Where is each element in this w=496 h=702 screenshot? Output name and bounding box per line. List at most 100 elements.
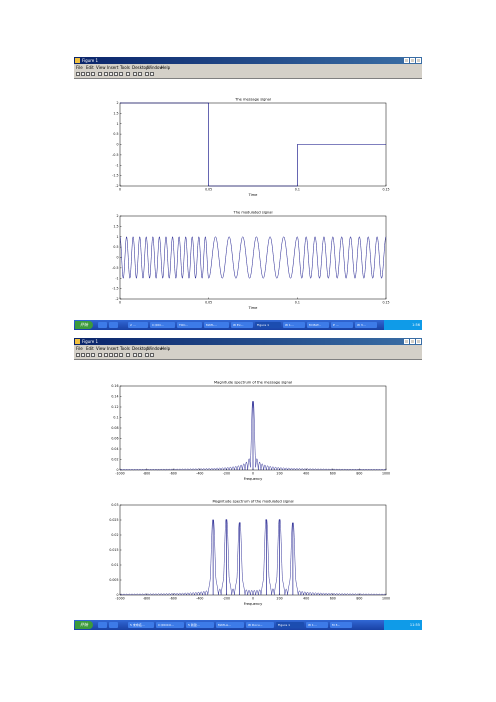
close-button[interactable] <box>416 58 421 63</box>
taskbar-item[interactable]: P ... <box>331 322 353 328</box>
open-file-icon[interactable] <box>81 72 85 76</box>
y-tick-label: 2 <box>116 101 118 105</box>
y-tick-label: 1 <box>116 122 118 126</box>
taskbar-item[interactable]: W Ex... <box>231 322 253 328</box>
y-tick-label: -0.5 <box>112 153 118 157</box>
x-axis-label: Frequency <box>244 477 263 481</box>
show-plot-tools-icon[interactable] <box>150 72 154 76</box>
taskbar-item-active[interactable]: Figure 1 <box>255 322 281 328</box>
figure-2-plots: Magnitude spectrum of the message signal… <box>109 381 390 607</box>
taskbar-item[interactable]: W 1... <box>306 622 328 628</box>
x-tick-label: -600 <box>170 472 177 476</box>
quicklaunch-desktop-icon[interactable] <box>109 322 118 328</box>
print-icon[interactable] <box>91 72 95 76</box>
quicklaunch-ie-icon[interactable] <box>98 322 107 328</box>
x-tick-label: 800 <box>356 472 362 476</box>
data-cursor-icon[interactable] <box>126 72 130 76</box>
windows-taskbar: 开始 2 ... C:\DO... TOC... MATL... W Ex...… <box>74 320 422 330</box>
legend-icon[interactable] <box>138 72 142 76</box>
open-file-icon[interactable] <box>81 353 85 357</box>
menu-insert[interactable]: Insert <box>107 64 118 71</box>
y-tick-label: 0.015 <box>109 548 118 552</box>
taskbar-item-active[interactable]: Figure 1 <box>276 622 304 628</box>
taskbar-item[interactable]: 5 未命名... <box>128 622 154 628</box>
y-tick-label: 0 <box>116 468 118 472</box>
x-tick-label: -200 <box>223 597 230 601</box>
x-tick-label: -400 <box>196 597 203 601</box>
maximize-button[interactable] <box>410 58 415 63</box>
taskbar-item[interactable]: M 3... <box>330 622 352 628</box>
print-icon[interactable] <box>91 353 95 357</box>
show-plot-tools-icon[interactable] <box>150 353 154 357</box>
taskbar-item[interactable]: W 3... <box>355 322 377 328</box>
chart-title: Magnitude spectrum of the modulated sign… <box>212 500 293 504</box>
save-icon[interactable] <box>86 72 90 76</box>
minimize-button[interactable] <box>404 339 409 344</box>
zoom-out-icon[interactable] <box>109 353 113 357</box>
taskbar-item[interactable]: MATLA... <box>216 622 244 628</box>
y-tick-label: 0.02 <box>111 458 118 462</box>
legend-icon[interactable] <box>138 353 142 357</box>
figure-1-plots: The message signal Time 0 0.05 0.1 0.15 2 1.5 1 0… <box>112 98 389 311</box>
new-figure-icon[interactable] <box>76 72 80 76</box>
hide-plot-tools-icon[interactable] <box>145 72 149 76</box>
zoom-in-icon[interactable] <box>104 72 108 76</box>
zoom-out-icon[interactable] <box>109 72 113 76</box>
quicklaunch-ie-icon[interactable] <box>98 622 107 628</box>
edit-plot-icon[interactable] <box>98 72 102 76</box>
data-cursor-icon[interactable] <box>126 353 130 357</box>
menu-view[interactable]: View <box>96 64 106 71</box>
zoom-in-icon[interactable] <box>104 353 108 357</box>
x-tick-label: -800 <box>143 472 150 476</box>
x-tick-label: 600 <box>330 597 336 601</box>
menu-view[interactable]: View <box>96 345 106 352</box>
tray-clock: 11:55 <box>409 623 420 627</box>
colorbar-icon[interactable] <box>133 353 137 357</box>
system-tray: 1:56 <box>384 320 422 330</box>
colorbar-icon[interactable] <box>133 72 137 76</box>
window-title: Figure 1 <box>82 339 99 344</box>
taskbar-item[interactable]: 2 ... <box>128 322 148 328</box>
window-titlebar[interactable]: Figure 1 <box>74 338 422 345</box>
window-titlebar[interactable]: Figure 1 <box>74 57 422 64</box>
menu-file[interactable]: File <box>76 345 83 352</box>
pan-icon[interactable] <box>114 72 118 76</box>
menu-tools[interactable]: Tools <box>120 345 130 352</box>
taskbar-item[interactable]: M MAT... <box>307 322 329 328</box>
taskbar-item[interactable]: C:\DO... <box>150 322 175 328</box>
pan-icon[interactable] <box>114 353 118 357</box>
menu-bar: File Edit View Insert Tools Desktop Wind… <box>74 345 422 352</box>
taskbar-item[interactable]: W Docu... <box>246 622 274 628</box>
x-tick-label: 400 <box>303 597 309 601</box>
minimize-button[interactable] <box>404 58 409 63</box>
rotate-icon[interactable] <box>119 353 123 357</box>
y-tick-label: 0.12 <box>111 405 118 409</box>
taskbar-item[interactable]: MATL... <box>204 322 229 328</box>
tray-clock: 1:56 <box>412 323 420 327</box>
new-figure-icon[interactable] <box>76 353 80 357</box>
menu-help[interactable]: Help <box>161 345 170 352</box>
hide-plot-tools-icon[interactable] <box>145 353 149 357</box>
quicklaunch-desktop-icon[interactable] <box>109 622 118 628</box>
menu-tools[interactable]: Tools <box>120 64 130 71</box>
y-tick-label: 0.16 <box>111 384 118 388</box>
taskbar-item[interactable]: W 1... <box>283 322 305 328</box>
menu-file[interactable]: File <box>76 64 83 71</box>
matlab-figure-window-1: Figure 1 File Edit View Insert Tools Des… <box>74 57 422 330</box>
taskbar-item[interactable]: C:\DOCU... <box>156 622 184 628</box>
x-tick-label: 400 <box>303 472 309 476</box>
menu-edit[interactable]: Edit <box>86 64 94 71</box>
maximize-button[interactable] <box>410 339 415 344</box>
taskbar-item[interactable]: TOC... <box>177 322 202 328</box>
x-axis-label: Time <box>248 306 259 310</box>
taskbar-item[interactable]: 5 新建... <box>186 622 214 628</box>
start-button[interactable]: 开始 <box>75 321 93 329</box>
edit-plot-icon[interactable] <box>98 353 102 357</box>
rotate-icon[interactable] <box>119 72 123 76</box>
menu-edit[interactable]: Edit <box>86 345 94 352</box>
menu-insert[interactable]: Insert <box>107 345 118 352</box>
close-button[interactable] <box>416 339 421 344</box>
save-icon[interactable] <box>86 353 90 357</box>
menu-help[interactable]: Help <box>161 64 170 71</box>
start-button[interactable]: 开始 <box>75 621 93 629</box>
